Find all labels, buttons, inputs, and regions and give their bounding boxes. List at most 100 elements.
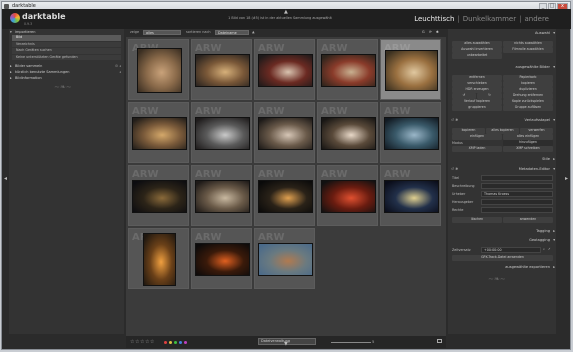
- apply-gpx-button[interactable]: GPX-Track-Datei anwenden: [452, 255, 553, 261]
- trash-button[interactable]: Papierkorb: [503, 75, 553, 81]
- import-section-header[interactable]: ▾ importieren: [9, 29, 124, 35]
- reset-rotation-button[interactable]: Drehung entfernen: [503, 93, 553, 99]
- thumbnail-cell[interactable]: ARW: [317, 165, 378, 226]
- thumbnail-cell[interactable]: ARW: [380, 165, 441, 226]
- thumbnail-cell[interactable]: ARW: [380, 39, 441, 100]
- meta-title-field[interactable]: [481, 175, 553, 181]
- thumbnail-cell[interactable]: ARW: [191, 228, 252, 289]
- group-button[interactable]: gruppieren: [452, 105, 502, 111]
- grouping-icon[interactable]: G: [422, 30, 425, 35]
- sort-select[interactable]: Dateiname: [215, 30, 249, 35]
- preferences-icon[interactable]: ✱: [436, 30, 439, 35]
- zoom-level[interactable]: 5: [372, 339, 374, 344]
- color-label-red[interactable]: [164, 340, 168, 344]
- thumbnail-cell[interactable]: ARW: [254, 39, 315, 100]
- thumbnail-cell[interactable]: ARW: [191, 102, 252, 163]
- thumbnail-cell[interactable]: ARW: [254, 165, 315, 226]
- thumbnail-cell[interactable]: ARW: [254, 102, 315, 163]
- meta-apply-button[interactable]: anwenden: [503, 217, 553, 223]
- color-label-blue[interactable]: [179, 340, 183, 344]
- thumbnail-cell[interactable]: ARW: [191, 39, 252, 100]
- thumbnail-cell[interactable]: ARW: [128, 102, 189, 163]
- thumbnail-cell[interactable]: ARW: [317, 102, 378, 163]
- thumbnail-cell[interactable]: ARW: [128, 165, 189, 226]
- history-discard-button[interactable]: verwerfen: [520, 128, 553, 134]
- copy-history-button[interactable]: Verlauf kopieren: [452, 99, 502, 105]
- invert-selection-button[interactable]: Auswahl invertieren: [452, 47, 502, 53]
- collapse-left-arrow-icon[interactable]: ◂: [2, 175, 9, 182]
- view-other[interactable]: andere: [524, 15, 549, 23]
- file-type-watermark: ARW: [258, 169, 285, 180]
- color-label-purple[interactable]: [184, 340, 188, 344]
- collapse-top-arrow-icon[interactable]: ▲: [284, 10, 288, 15]
- thumbnail-image: [137, 48, 182, 93]
- thumbnail-cell[interactable]: ARW: [128, 228, 189, 289]
- thumbnail-cell[interactable]: ARW: [317, 39, 378, 100]
- thumbnail-cell[interactable]: ARW: [254, 228, 315, 289]
- export-header[interactable]: ausgewählte exportieren ▸: [448, 264, 556, 271]
- fullscreen-icon[interactable]: [437, 339, 442, 343]
- move-button[interactable]: verschieben: [452, 81, 502, 87]
- import-folder-button[interactable]: Verzeichnis: [12, 41, 121, 47]
- metadata-editor-header[interactable]: ↺ ✱ Metadaten-Editor ▾: [448, 166, 556, 173]
- select-all-button[interactable]: alles auswählen: [452, 41, 502, 47]
- select-none-button[interactable]: nichts auswählen: [503, 41, 553, 47]
- copy-button[interactable]: kopieren: [503, 81, 553, 87]
- section-controls[interactable]: ↺ ✱: [451, 166, 458, 173]
- collapse-bottom-arrow-icon[interactable]: ▼: [284, 342, 288, 347]
- app-name: darktable: [22, 12, 66, 21]
- duplicate-button[interactable]: duplizieren: [503, 87, 553, 93]
- collapse-right-arrow-icon[interactable]: ▸: [563, 175, 570, 182]
- meta-rights-field[interactable]: [481, 207, 553, 213]
- import-image-button[interactable]: Bild: [12, 35, 121, 41]
- history-copy-button[interactable]: kopieren: [452, 128, 485, 134]
- ungroup-button[interactable]: Gruppe auflösen: [503, 105, 553, 111]
- write-xmp-button[interactable]: XMP schreiben: [503, 146, 553, 152]
- create-hdr-button[interactable]: HDR erzeugen: [452, 87, 502, 93]
- copy-locally-button[interactable]: Kopie zurückspielen: [503, 99, 553, 105]
- meta-description-field[interactable]: [481, 183, 553, 189]
- meta-publisher-field[interactable]: [481, 199, 553, 205]
- history-paste-all-button[interactable]: alles einfügen: [503, 134, 553, 140]
- search-icon[interactable]: ⌕: [543, 247, 545, 251]
- history-paste-button[interactable]: einfügen: [452, 134, 502, 140]
- rotate-cw-icon[interactable]: ↻: [477, 93, 502, 99]
- timezone-offset-field[interactable]: +00:00:00: [481, 247, 541, 253]
- thumbnail-cell[interactable]: ARW: [191, 165, 252, 226]
- select-untouched-button[interactable]: unbearbeitet: [452, 53, 502, 59]
- section-controls[interactable]: ↺ ✱: [451, 117, 458, 124]
- checkmark-icon[interactable]: ✓: [548, 247, 551, 251]
- geotagging-header[interactable]: Geotagging ▾: [448, 237, 556, 244]
- load-xmp-button[interactable]: XMP laden: [452, 146, 502, 152]
- app-version: 0.9.3: [24, 22, 33, 26]
- view-lighttable[interactable]: Leuchttisch: [414, 15, 454, 23]
- select-section-header[interactable]: Auswahl ▾: [448, 30, 556, 37]
- styles-header[interactable]: Stile ▸: [448, 156, 556, 163]
- zoom-slider[interactable]: [331, 342, 371, 343]
- thumbnail-image: [385, 50, 438, 91]
- rotate-ccw-icon[interactable]: ↺: [452, 93, 476, 99]
- remove-button[interactable]: entfernen: [452, 75, 502, 81]
- history-copy-all-button[interactable]: alles kopieren: [486, 128, 519, 134]
- refresh-icon[interactable]: ⟳: [429, 30, 432, 35]
- select-film-roll-button[interactable]: Filmrolle auswählen: [503, 47, 553, 53]
- file-type-watermark: ARW: [384, 106, 411, 117]
- thumbnail-cell[interactable]: ARW: [128, 39, 189, 100]
- show-filter-select[interactable]: alles: [143, 30, 181, 35]
- sort-direction-toggle[interactable]: ▲: [252, 30, 255, 35]
- meta-creator-field[interactable]: Thomas Kroess: [481, 191, 553, 197]
- selected-images-header[interactable]: ausgewählte Bilder ▾: [448, 64, 556, 71]
- color-label-yellow[interactable]: [169, 340, 173, 344]
- star-rating-filter[interactable]: ☆☆☆☆☆: [130, 339, 155, 345]
- thumbnail-cell[interactable]: ARW: [380, 102, 441, 163]
- mode-select[interactable]: hinzufügen: [503, 140, 553, 146]
- expander-icon: ▾: [553, 167, 555, 171]
- history-stack-header[interactable]: ↺ ✱ Verlaufsstapel ▾: [448, 117, 556, 124]
- color-label-green[interactable]: [174, 340, 178, 344]
- tagging-header[interactable]: Tagging ▸: [448, 228, 556, 235]
- tagging-title: Tagging: [536, 229, 550, 233]
- meta-clear-button[interactable]: löschen: [452, 217, 502, 223]
- scan-devices-button[interactable]: Nach Geräten suchen: [12, 48, 121, 54]
- view-darkroom[interactable]: Dunkelkammer: [463, 15, 516, 23]
- thumbnail-image: [195, 54, 250, 87]
